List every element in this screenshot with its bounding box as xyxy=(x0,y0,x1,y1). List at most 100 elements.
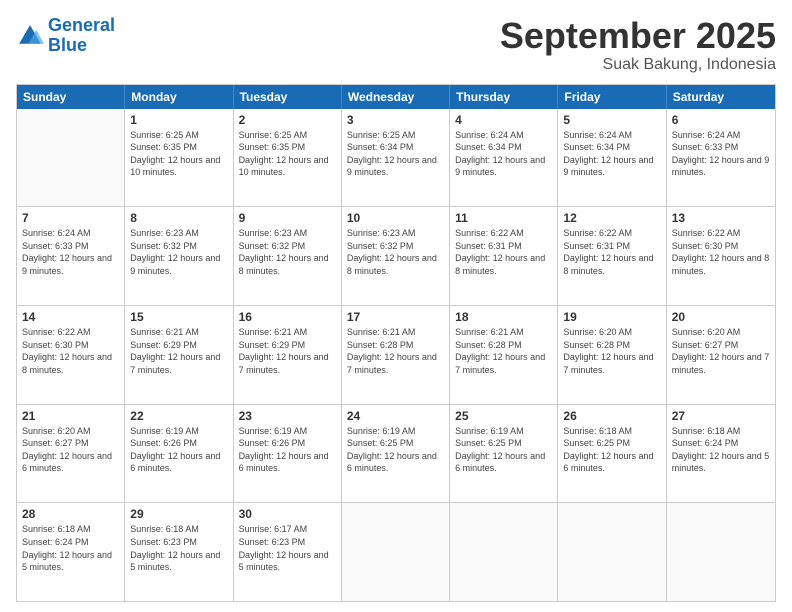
header-day-sunday: Sunday xyxy=(17,85,125,109)
day-info: Sunrise: 6:22 AMSunset: 6:30 PMDaylight:… xyxy=(672,227,770,277)
calendar-cell: 14 Sunrise: 6:22 AMSunset: 6:30 PMDayligh… xyxy=(17,306,125,404)
day-number: 18 xyxy=(455,310,552,324)
day-number: 15 xyxy=(130,310,227,324)
day-info: Sunrise: 6:24 AMSunset: 6:33 PMDaylight:… xyxy=(22,227,119,277)
day-number: 25 xyxy=(455,409,552,423)
day-number: 16 xyxy=(239,310,336,324)
calendar-cell: 17 Sunrise: 6:21 AMSunset: 6:28 PMDayligh… xyxy=(342,306,450,404)
calendar-cell xyxy=(342,503,450,601)
calendar-cell: 1 Sunrise: 6:25 AMSunset: 6:35 PMDaylight… xyxy=(125,109,233,207)
calendar-cell: 8Sunrise: 6:23 AMSunset: 6:32 PMDaylight… xyxy=(125,207,233,305)
logo: General Blue xyxy=(16,16,115,56)
day-number: 4 xyxy=(455,113,552,127)
calendar-header: SundayMondayTuesdayWednesdayThursdayFrid… xyxy=(17,85,775,109)
day-number: 29 xyxy=(130,507,227,521)
calendar-cell: 2Sunrise: 6:25 AMSunset: 6:35 PMDaylight… xyxy=(234,109,342,207)
day-info: Sunrise: 6:19 AMSunset: 6:26 PMDaylight:… xyxy=(130,425,227,475)
calendar-cell: 23Sunrise: 6:19 AMSunset: 6:26 PMDayligh… xyxy=(234,405,342,503)
calendar-cell xyxy=(667,503,775,601)
calendar-cell: 19Sunrise: 6:20 AMSunset: 6:28 PMDayligh… xyxy=(558,306,666,404)
calendar: SundayMondayTuesdayWednesdayThursdayFrid… xyxy=(16,84,776,602)
day-number: 1 xyxy=(130,113,227,127)
calendar-cell: 11 Sunrise: 6:22 AMSunset: 6:31 PMDayligh… xyxy=(450,207,558,305)
calendar-cell: 3Sunrise: 6:25 AMSunset: 6:34 PMDaylight… xyxy=(342,109,450,207)
calendar-cell: 26 Sunrise: 6:18 AMSunset: 6:25 PMDayligh… xyxy=(558,405,666,503)
day-info: Sunrise: 6:21 AMSunset: 6:28 PMDaylight:… xyxy=(347,326,444,376)
calendar-cell: 30Sunrise: 6:17 AMSunset: 6:23 PMDayligh… xyxy=(234,503,342,601)
day-number: 19 xyxy=(563,310,660,324)
day-info: Sunrise: 6:24 AMSunset: 6:34 PMDaylight:… xyxy=(455,129,552,179)
calendar-cell: 15Sunrise: 6:21 AMSunset: 6:29 PMDayligh… xyxy=(125,306,233,404)
calendar-cell: 27Sunrise: 6:18 AMSunset: 6:24 PMDayligh… xyxy=(667,405,775,503)
day-info: Sunrise: 6:23 AMSunset: 6:32 PMDaylight:… xyxy=(239,227,336,277)
day-info: Sunrise: 6:22 AMSunset: 6:31 PMDaylight:… xyxy=(563,227,660,277)
calendar-cell: 20Sunrise: 6:20 AMSunset: 6:27 PMDayligh… xyxy=(667,306,775,404)
header: General Blue September 2025 Suak Bakung,… xyxy=(16,16,776,74)
day-number: 28 xyxy=(22,507,119,521)
day-info: Sunrise: 6:19 AMSunset: 6:26 PMDaylight:… xyxy=(239,425,336,475)
calendar-cell: 25 Sunrise: 6:19 AMSunset: 6:25 PMDayligh… xyxy=(450,405,558,503)
header-day-friday: Friday xyxy=(558,85,666,109)
day-number: 12 xyxy=(563,211,660,225)
day-info: Sunrise: 6:18 AMSunset: 6:24 PMDaylight:… xyxy=(22,523,119,573)
calendar-row-3: 14 Sunrise: 6:22 AMSunset: 6:30 PMDayligh… xyxy=(17,306,775,405)
calendar-cell: 22 Sunrise: 6:19 AMSunset: 6:26 PMDayligh… xyxy=(125,405,233,503)
day-number: 21 xyxy=(22,409,119,423)
calendar-cell: 10Sunrise: 6:23 AMSunset: 6:32 PMDayligh… xyxy=(342,207,450,305)
day-info: Sunrise: 6:20 AMSunset: 6:27 PMDaylight:… xyxy=(672,326,770,376)
header-day-saturday: Saturday xyxy=(667,85,775,109)
calendar-row-4: 21Sunrise: 6:20 AMSunset: 6:27 PMDayligh… xyxy=(17,405,775,504)
calendar-cell: 6 Sunrise: 6:24 AMSunset: 6:33 PMDaylight… xyxy=(667,109,775,207)
day-number: 17 xyxy=(347,310,444,324)
header-day-tuesday: Tuesday xyxy=(234,85,342,109)
day-number: 27 xyxy=(672,409,770,423)
calendar-row-1: 1 Sunrise: 6:25 AMSunset: 6:35 PMDaylight… xyxy=(17,109,775,208)
title-block: September 2025 Suak Bakung, Indonesia xyxy=(500,16,776,74)
header-day-monday: Monday xyxy=(125,85,233,109)
calendar-cell: 29Sunrise: 6:18 AMSunset: 6:23 PMDayligh… xyxy=(125,503,233,601)
day-info: Sunrise: 6:25 AMSunset: 6:34 PMDaylight:… xyxy=(347,129,444,179)
day-info: Sunrise: 6:22 AMSunset: 6:30 PMDaylight:… xyxy=(22,326,119,376)
day-info: Sunrise: 6:24 AMSunset: 6:33 PMDaylight:… xyxy=(672,129,770,179)
calendar-cell xyxy=(17,109,125,207)
calendar-body: 1 Sunrise: 6:25 AMSunset: 6:35 PMDaylight… xyxy=(17,109,775,601)
calendar-cell: 9 Sunrise: 6:23 AMSunset: 6:32 PMDaylight… xyxy=(234,207,342,305)
calendar-cell: 4 Sunrise: 6:24 AMSunset: 6:34 PMDaylight… xyxy=(450,109,558,207)
month-title: September 2025 xyxy=(500,16,776,56)
calendar-cell: 13 Sunrise: 6:22 AMSunset: 6:30 PMDayligh… xyxy=(667,207,775,305)
day-number: 26 xyxy=(563,409,660,423)
calendar-cell: 12 Sunrise: 6:22 AMSunset: 6:31 PMDayligh… xyxy=(558,207,666,305)
day-number: 6 xyxy=(672,113,770,127)
day-number: 11 xyxy=(455,211,552,225)
day-info: Sunrise: 6:25 AMSunset: 6:35 PMDaylight:… xyxy=(130,129,227,179)
header-day-wednesday: Wednesday xyxy=(342,85,450,109)
calendar-cell: 5 Sunrise: 6:24 AMSunset: 6:34 PMDaylight… xyxy=(558,109,666,207)
day-info: Sunrise: 6:24 AMSunset: 6:34 PMDaylight:… xyxy=(563,129,660,179)
day-info: Sunrise: 6:22 AMSunset: 6:31 PMDaylight:… xyxy=(455,227,552,277)
day-info: Sunrise: 6:21 AMSunset: 6:28 PMDaylight:… xyxy=(455,326,552,376)
calendar-cell xyxy=(450,503,558,601)
calendar-row-2: 7Sunrise: 6:24 AMSunset: 6:33 PMDaylight… xyxy=(17,207,775,306)
day-number: 30 xyxy=(239,507,336,521)
calendar-cell: 18 Sunrise: 6:21 AMSunset: 6:28 PMDayligh… xyxy=(450,306,558,404)
day-number: 24 xyxy=(347,409,444,423)
calendar-cell: 24Sunrise: 6:19 AMSunset: 6:25 PMDayligh… xyxy=(342,405,450,503)
day-number: 13 xyxy=(672,211,770,225)
calendar-cell xyxy=(558,503,666,601)
day-number: 5 xyxy=(563,113,660,127)
calendar-cell: 16Sunrise: 6:21 AMSunset: 6:29 PMDayligh… xyxy=(234,306,342,404)
day-number: 2 xyxy=(239,113,336,127)
logo-text: General Blue xyxy=(48,16,115,56)
logo-general: General xyxy=(48,15,115,35)
day-number: 14 xyxy=(22,310,119,324)
day-number: 22 xyxy=(130,409,227,423)
logo-blue: Blue xyxy=(48,35,87,55)
day-info: Sunrise: 6:19 AMSunset: 6:25 PMDaylight:… xyxy=(455,425,552,475)
day-number: 8 xyxy=(130,211,227,225)
calendar-row-5: 28 Sunrise: 6:18 AMSunset: 6:24 PMDayligh… xyxy=(17,503,775,601)
calendar-cell: 7Sunrise: 6:24 AMSunset: 6:33 PMDaylight… xyxy=(17,207,125,305)
day-number: 9 xyxy=(239,211,336,225)
logo-icon xyxy=(16,22,44,50)
day-info: Sunrise: 6:18 AMSunset: 6:25 PMDaylight:… xyxy=(563,425,660,475)
header-day-thursday: Thursday xyxy=(450,85,558,109)
